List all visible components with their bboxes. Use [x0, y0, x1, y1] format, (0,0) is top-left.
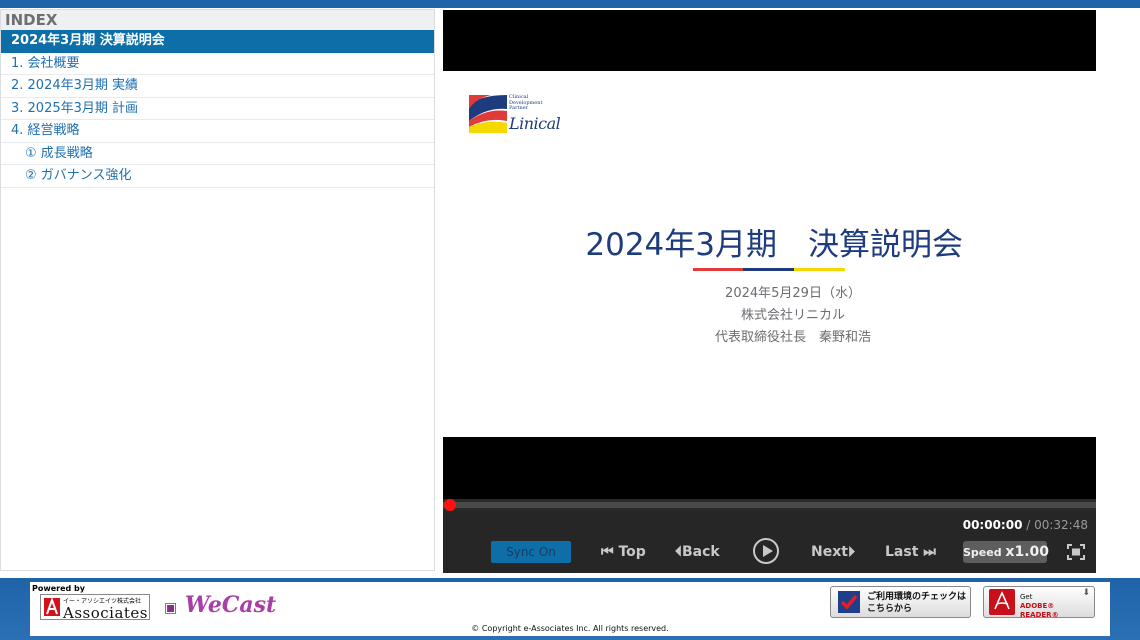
index-item-strategy[interactable]: 4. 経営戦略 [1, 120, 434, 143]
fullscreen-icon[interactable] [1067, 544, 1085, 560]
skip-end-icon: ⏭ [923, 544, 936, 560]
slide-company: 株式会社リニカル [740, 308, 845, 323]
index-item-growth-strategy[interactable]: ① 成長戦略 [1, 143, 434, 165]
progress-handle[interactable] [444, 499, 456, 511]
download-arrow-icon: ⬇ [1082, 588, 1090, 598]
last-label: Last [885, 544, 919, 560]
play-button[interactable] [753, 538, 779, 564]
skip-start-icon: ⏮ [601, 544, 614, 560]
wecast-play-icon: ▣ [164, 600, 178, 616]
progress-track [443, 502, 1096, 508]
time-total: 00:32:48 [1034, 518, 1088, 532]
slide-date: 2024年5月29日（水） [725, 286, 861, 301]
index-item-company[interactable]: 1. 会社概要 [1, 53, 434, 75]
top-label: Top [618, 544, 646, 560]
step-forward-icon: ⏵ [847, 544, 855, 560]
sync-button[interactable]: Sync On [491, 541, 571, 563]
powered-by-associates[interactable]: Powered by イー・アソシエイツ株式会社 Associates [32, 584, 150, 622]
logo-brand: Linical [509, 113, 561, 133]
player-controls: 00:00:00 / 00:32:48 Sync On ⏮ Top ⏴Back … [443, 511, 1096, 573]
time-separator: / [1022, 518, 1035, 532]
environment-check-text: ご利用環境のチェックは こちらから [867, 591, 966, 615]
powered-by-label: Powered by [32, 584, 85, 593]
progress-bar[interactable] [443, 499, 1096, 511]
next-label: Next [811, 544, 848, 560]
linical-logo: Clinical Development Partner Linical [469, 94, 579, 135]
environment-check-line-2: こちらから [867, 604, 913, 614]
back-label: Back [682, 544, 720, 560]
accent-line-yellow [794, 268, 845, 271]
last-button[interactable]: Last ⏭ [885, 541, 936, 563]
accent-line-navy [743, 268, 794, 271]
speed-button[interactable]: Speed x1.00 [963, 541, 1049, 563]
checkmark-icon [838, 591, 860, 613]
top-button[interactable]: ⏮ Top [601, 541, 646, 563]
top-accent-bar [0, 0, 1140, 8]
environment-check-line-1: ご利用環境のチェックは [867, 592, 967, 602]
associates-logo: イー・アソシエイツ株式会社 Associates [40, 594, 150, 622]
next-button[interactable]: Next⏵ [811, 541, 855, 563]
wecast-text: WeCast [184, 592, 277, 618]
index-panel: INDEX 2024年3月期 決算説明会 1. 会社概要 2. 2024年3月期… [0, 9, 435, 571]
linical-logo-mark [469, 95, 507, 133]
associates-name: Associates [63, 604, 149, 622]
video-player[interactable]: Clinical Development Partner Linical 202… [443, 10, 1096, 573]
index-item-overview[interactable]: 2024年3月期 決算説明会 [1, 30, 434, 53]
environment-check-button[interactable]: ご利用環境のチェックは こちらから [830, 586, 971, 618]
slide-title: 2024年3月期 決算説明会 [585, 227, 963, 263]
step-back-icon: ⏴ [675, 544, 682, 560]
copyright-text: © Copyright e-Associates Inc. All rights… [471, 624, 669, 633]
get-adobe-reader-button[interactable]: Get ADOBE® READER® ⬇ [983, 586, 1095, 619]
speed-value: x1.00 [1005, 544, 1049, 560]
index-item-plan[interactable]: 3. 2025年3月期 計画 [1, 98, 434, 120]
back-button[interactable]: ⏴Back [675, 541, 720, 563]
logo-line-3: Partner [509, 105, 529, 111]
wecast-logo: ▣ WeCast [164, 592, 276, 618]
index-item-governance[interactable]: ② ガバナンス強化 [1, 165, 434, 188]
slide-presenter: 代表取締役社長 秦野和浩 [714, 330, 871, 345]
time-display: 00:00:00 / 00:32:48 [963, 518, 1088, 532]
adobe-reader-icon [989, 589, 1015, 615]
index-list: 2024年3月期 決算説明会 1. 会社概要 2. 2024年3月期 実績 3.… [1, 30, 434, 188]
associates-mark-icon [44, 598, 60, 616]
index-item-results[interactable]: 2. 2024年3月期 実績 [1, 75, 434, 98]
slide: Clinical Development Partner Linical 202… [443, 71, 1096, 437]
footer: Powered by イー・アソシエイツ株式会社 Associates ▣ We… [30, 582, 1110, 636]
accent-line-red [693, 268, 743, 271]
logo-text: Clinical Development Partner Linical [509, 94, 561, 133]
adobe-reader-label: ADOBE® READER® [1020, 602, 1059, 619]
index-title: INDEX [1, 10, 434, 30]
time-current: 00:00:00 [962, 518, 1023, 532]
speed-label: Speed [963, 546, 1006, 559]
